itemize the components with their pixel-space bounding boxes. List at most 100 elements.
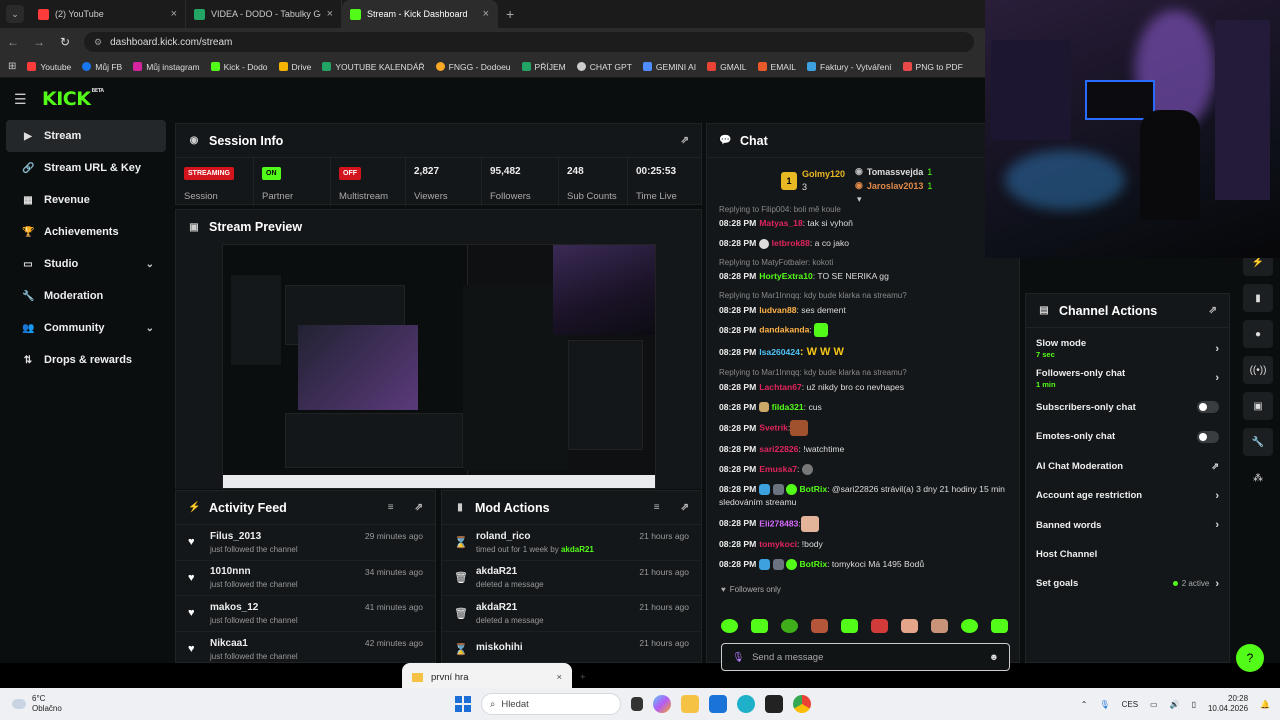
emote-button[interactable] [991,619,1008,633]
community-icon[interactable]: ⁂ [1243,464,1273,492]
gifter-name[interactable]: Golmy120 [802,168,845,181]
bookmark[interactable]: YOUTUBE KALENDÁŘ [322,62,425,72]
msg-user[interactable]: HortyExtra10 [759,271,813,281]
activity-user[interactable]: 1010nnn [210,566,355,577]
menu-icon[interactable]: ☰ [14,91,28,108]
microphone-icon[interactable]: 🎙 [1099,700,1109,709]
forward-icon[interactable]: → [26,35,52,49]
bookmark[interactable]: FNGG - Dodoeu [435,62,511,72]
mod-target[interactable]: akdaR21 [476,602,629,613]
bookmark[interactable]: GEMINI AI [642,62,696,72]
msg-user[interactable]: Eli278483 [759,518,798,528]
popout-icon[interactable]: ⇗ [415,502,423,513]
filter-icon[interactable]: ≡ [388,502,394,513]
url-field[interactable]: ⚙ dashboard.kick.com/stream [84,32,974,52]
language-indicator[interactable]: CES [1122,700,1138,709]
terminal-icon[interactable] [765,695,783,713]
emoji-icon[interactable]: ☻ [989,652,999,663]
windows-start-icon[interactable] [455,696,471,712]
copilot-icon[interactable] [653,695,671,713]
wrench-icon[interactable]: 🔧 [1243,428,1273,456]
chat-input[interactable]: 🎙 Send a message ☻ [721,643,1010,671]
pinned-toggle-icon[interactable]: ▾ [857,194,862,205]
taskbar-search[interactable]: ⌕ Hledat [481,693,621,715]
bookmark[interactable]: Kick - Dodo [210,62,268,72]
notifications-icon[interactable]: 🔔 [1260,700,1270,709]
mod-target[interactable]: roland_rico [476,531,629,542]
site-info-icon[interactable]: ⚙ [94,37,102,48]
msg-user[interactable]: ludvan88 [759,305,796,315]
explorer-tab[interactable]: první hra × + [402,663,586,691]
activity-user[interactable]: Nikcaa1 [210,638,355,649]
action-banned-words[interactable]: Banned words › [1026,510,1229,539]
gifter-name[interactable]: Tomassvejda [867,167,923,177]
bookmark[interactable]: Můj instagram [133,62,200,72]
emote-button[interactable] [901,619,918,633]
reload-icon[interactable]: ↻ [52,35,78,49]
action-set-goals[interactable]: Set goals 2 active › [1026,569,1229,598]
bookmark[interactable]: PNG to PDF [902,62,963,72]
emote-button[interactable] [961,619,978,633]
shield-icon[interactable]: ▣ [1243,392,1273,420]
sidebar-item-stream-url-key[interactable]: 🔗 Stream URL & Key [6,152,166,184]
bookmark[interactable]: Faktury - Vytváření [807,62,892,72]
msg-user[interactable]: Svetrik [759,423,788,433]
bookmark[interactable]: CHAT GPT [576,62,632,72]
action-slow-mode[interactable]: Slow mode 7 sec › [1026,334,1229,363]
sidebar-item-studio[interactable]: ▭ Studio ⌄ [6,248,166,280]
emote-button[interactable] [721,619,738,633]
bookmark[interactable]: Drive [278,62,311,72]
network-icon[interactable]: ▭ [1150,700,1158,709]
edge-icon[interactable] [737,695,755,713]
emote-button[interactable] [841,619,858,633]
apps-icon[interactable]: ⊞ [8,61,16,72]
msg-user[interactable]: sari22826 [759,444,798,454]
volume-icon[interactable]: 🔊 [1170,700,1180,709]
tab-list-button[interactable]: ⌄ [6,5,24,23]
bookmark[interactable]: Můj FB [82,62,122,72]
mod-target[interactable]: akdaR21 [476,566,629,577]
bookmark[interactable]: PŘÍJEM [521,62,566,72]
close-tab-icon[interactable]: × [483,8,489,20]
clock[interactable]: 20:28 10.04.2026 [1208,694,1248,715]
popout-icon[interactable]: ⇗ [681,135,689,146]
msg-user[interactable]: Matyas_18 [759,218,802,228]
tab-sheets[interactable]: VIDEA - DODO - Tabulky Googl × [186,0,342,28]
popout-icon[interactable]: ⇗ [1209,305,1217,316]
emote-button[interactable] [781,619,798,633]
action-account-age[interactable]: Account age restriction › [1026,481,1229,510]
sidebar-item-revenue[interactable]: ▦ Revenue [6,184,166,216]
msg-user[interactable]: Isa260424 [759,347,800,357]
action-followers-only[interactable]: Followers-only chat 1 min › [1026,363,1229,392]
clipboard-icon[interactable]: ▮ [1243,284,1273,312]
msg-user[interactable]: filda321 [772,402,804,412]
tab-youtube[interactable]: (2) YouTube × [30,0,186,28]
chrome-icon[interactable] [793,695,811,713]
sidebar-item-community[interactable]: 👥 Community ⌄ [6,312,166,344]
emote-button[interactable] [871,619,888,633]
action-ai-moderation[interactable]: AI Chat Moderation ⇗ [1026,452,1229,481]
filter-icon[interactable]: ≡ [654,502,660,513]
subscribers-only-toggle[interactable] [1197,401,1219,414]
bookmark[interactable]: Youtube [27,62,71,72]
msg-user[interactable]: BotRix [799,559,827,569]
outlook-icon[interactable] [709,695,727,713]
tray-expand-icon[interactable]: ⌃ [1081,700,1088,709]
battery-icon[interactable]: ▯ [1192,700,1196,709]
file-explorer-icon[interactable] [681,695,699,713]
sidebar-item-drops-rewards[interactable]: ⇅ Drops & rewards [6,344,166,376]
chat-bubble-icon[interactable]: ● [1243,320,1273,348]
close-tab-icon[interactable]: × [327,8,333,20]
msg-user[interactable]: BotRix [799,484,827,494]
emote-button[interactable] [931,619,948,633]
stream-preview-video[interactable] [222,244,656,489]
emotes-only-toggle[interactable] [1197,430,1219,443]
msg-user[interactable]: dandakanda [759,325,809,335]
action-host-channel[interactable]: Host Channel [1026,540,1229,569]
bookmark[interactable]: EMAIL [757,62,796,72]
tab-kick-dashboard[interactable]: Stream - Kick Dashboard × [342,0,498,28]
popout-icon[interactable]: ⇗ [681,502,689,513]
sidebar-item-stream[interactable]: ▶ Stream [6,120,166,152]
emote-button[interactable] [811,619,828,633]
msg-user[interactable]: letbrok88 [772,238,810,248]
